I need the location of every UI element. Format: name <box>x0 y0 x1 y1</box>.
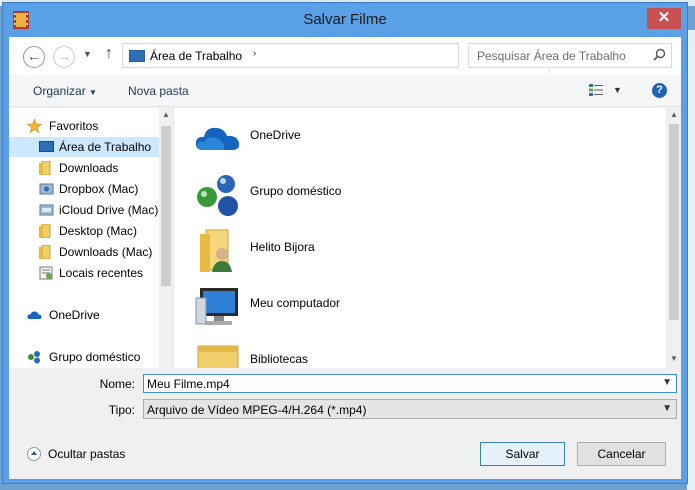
libraries-icon <box>197 345 239 368</box>
chevron-down-icon[interactable]: ▼ <box>662 377 672 388</box>
up-arrow-icon: ↑ <box>105 45 113 62</box>
sidebar-item-downloads-mac[interactable]: Downloads (Mac) <box>9 242 159 262</box>
sidebar-item-label: Dropbox (Mac) <box>59 182 139 196</box>
list-item[interactable]: Grupo doméstico <box>194 170 634 220</box>
desktop-icon <box>129 50 145 62</box>
recent-locations-button[interactable]: ▼ <box>83 49 92 59</box>
forward-button[interactable]: → <box>53 46 75 68</box>
file-type-value: Arquivo de Vídeo MPEG-4/H.264 (*.mp4) <box>147 403 367 417</box>
sidebar-item-label: Grupo doméstico <box>49 350 141 364</box>
recent-places-icon <box>39 266 53 280</box>
sidebar-item-dropbox[interactable]: Dropbox (Mac) <box>9 179 159 199</box>
scroll-down-arrow[interactable]: ▼ <box>666 354 681 363</box>
list-item[interactable]: Meu computador <box>194 282 634 332</box>
folder-icon <box>39 245 51 259</box>
sidebar-item-onedrive[interactable]: OneDrive <box>9 305 159 325</box>
scroll-thumb[interactable] <box>161 126 171 286</box>
title-bar[interactable]: Salvar Filme ✕ <box>3 3 687 37</box>
scroll-up-arrow[interactable]: ▲ <box>666 110 681 119</box>
address-location[interactable]: Área de Trabalho <box>150 49 242 63</box>
item-label: OneDrive <box>250 128 301 142</box>
sidebar-item-label: Downloads (Mac) <box>59 245 153 259</box>
organize-label: Organizar <box>33 84 86 98</box>
sidebar-item-desktop-mac[interactable]: Desktop (Mac) <box>9 221 159 241</box>
file-list: OneDrive Grupo doméstico Helito Bijora M… <box>173 108 681 368</box>
close-button[interactable]: ✕ <box>647 8 681 29</box>
file-name-combobox[interactable]: ▼ <box>143 374 677 393</box>
sidebar-item-label: Locais recentes <box>59 266 144 280</box>
back-button[interactable]: ← <box>23 46 45 68</box>
navigation-pane: Favoritos Área de Trabalho Downloads Dro… <box>9 108 173 368</box>
sidebar-item-downloads[interactable]: Downloads <box>9 158 159 178</box>
view-options-icon[interactable] <box>589 84 603 96</box>
sidebar-item-recent[interactable]: Locais recentes <box>9 263 159 283</box>
view-dropdown-arrow[interactable]: ▼ <box>613 85 622 95</box>
window-title: Salvar Filme <box>303 11 387 28</box>
type-label: Tipo: <box>108 403 135 417</box>
search-box[interactable] <box>468 43 672 68</box>
search-input[interactable] <box>469 44 649 67</box>
save-button[interactable]: Salvar <box>480 442 565 466</box>
sidebar-item-desktop[interactable]: Área de Trabalho <box>9 137 159 157</box>
desktop-icon <box>39 141 54 152</box>
folder-icon <box>39 161 51 175</box>
forward-arrow-icon: → <box>57 48 71 64</box>
list-item[interactable]: Bibliotecas <box>194 338 634 368</box>
favorites-header[interactable]: Favoritos <box>9 116 159 136</box>
item-label: Grupo doméstico <box>250 184 342 198</box>
list-item[interactable]: Helito Bijora <box>194 226 634 276</box>
homegroup-icon <box>28 351 40 364</box>
chevron-down-icon: ▼ <box>89 88 97 97</box>
back-arrow-icon: ← <box>27 48 41 64</box>
breadcrumb-chevron-icon[interactable]: › <box>253 48 256 59</box>
scroll-up-arrow[interactable]: ▲ <box>158 110 173 119</box>
sidebar-item-label: Downloads <box>59 161 119 175</box>
sidebar-item-label: iCloud Drive (Mac) <box>59 203 159 217</box>
cloud-icon <box>27 311 42 319</box>
sidebar-item-label: OneDrive <box>49 308 100 322</box>
item-label: Bibliotecas <box>250 352 309 366</box>
close-icon: ✕ <box>657 9 671 26</box>
name-label: Nome: <box>99 377 135 391</box>
save-dialog: Salvar Filme ✕ ← → ▼ ↑ Área de Trabalho … <box>2 2 688 484</box>
toolbar: Organizar ▼ Nova pasta ▼ ? <box>9 75 681 107</box>
search-icon[interactable] <box>653 48 666 61</box>
sidebar-item-label: Área de Trabalho <box>59 140 152 154</box>
up-button[interactable]: ↑ <box>105 45 113 63</box>
help-icon[interactable]: ? <box>652 83 667 98</box>
favorites-label: Favoritos <box>49 119 99 133</box>
nav-scrollbar[interactable]: ▲ <box>159 108 173 368</box>
network-drive-icon <box>39 204 54 216</box>
homegroup-icon <box>197 175 238 216</box>
sidebar-item-icloud[interactable]: iCloud Drive (Mac) <box>9 200 159 220</box>
content-scrollbar[interactable]: ▲ ▼ <box>666 108 681 368</box>
star-icon <box>27 119 42 133</box>
sidebar-item-homegroup[interactable]: Grupo doméstico <box>9 347 159 367</box>
hide-folders-label: Ocultar pastas <box>48 447 126 461</box>
item-label: Helito Bijora <box>250 240 315 254</box>
background-strip-right <box>687 30 695 490</box>
collapse-icon <box>27 447 41 461</box>
address-bar[interactable]: Área de Trabalho › ↻ <box>122 43 566 73</box>
file-name-input[interactable] <box>144 375 659 392</box>
sidebar-item-label: Desktop (Mac) <box>59 224 138 238</box>
dialog-client: ← → ▼ ↑ Área de Trabalho › ↻ Organizar ▼… <box>9 37 681 479</box>
chevron-down-icon[interactable]: ▼ <box>662 403 672 414</box>
scroll-thumb[interactable] <box>669 124 679 320</box>
cloud-icon <box>195 127 240 150</box>
list-item[interactable]: OneDrive <box>194 114 634 164</box>
address-row: ← → ▼ ↑ Área de Trabalho › ↻ <box>9 37 681 75</box>
user-folder-icon <box>200 229 232 272</box>
cancel-button[interactable]: Cancelar <box>577 442 666 466</box>
computer-icon <box>195 288 238 325</box>
new-folder-button[interactable]: Nova pasta <box>128 84 189 98</box>
item-label: Meu computador <box>250 296 341 310</box>
folder-icon <box>39 224 51 238</box>
organize-menu[interactable]: Organizar ▼ <box>33 84 97 98</box>
network-drive-icon <box>39 183 54 195</box>
file-type-select[interactable]: Arquivo de Vídeo MPEG-4/H.264 (*.mp4) ▼ <box>143 399 677 419</box>
